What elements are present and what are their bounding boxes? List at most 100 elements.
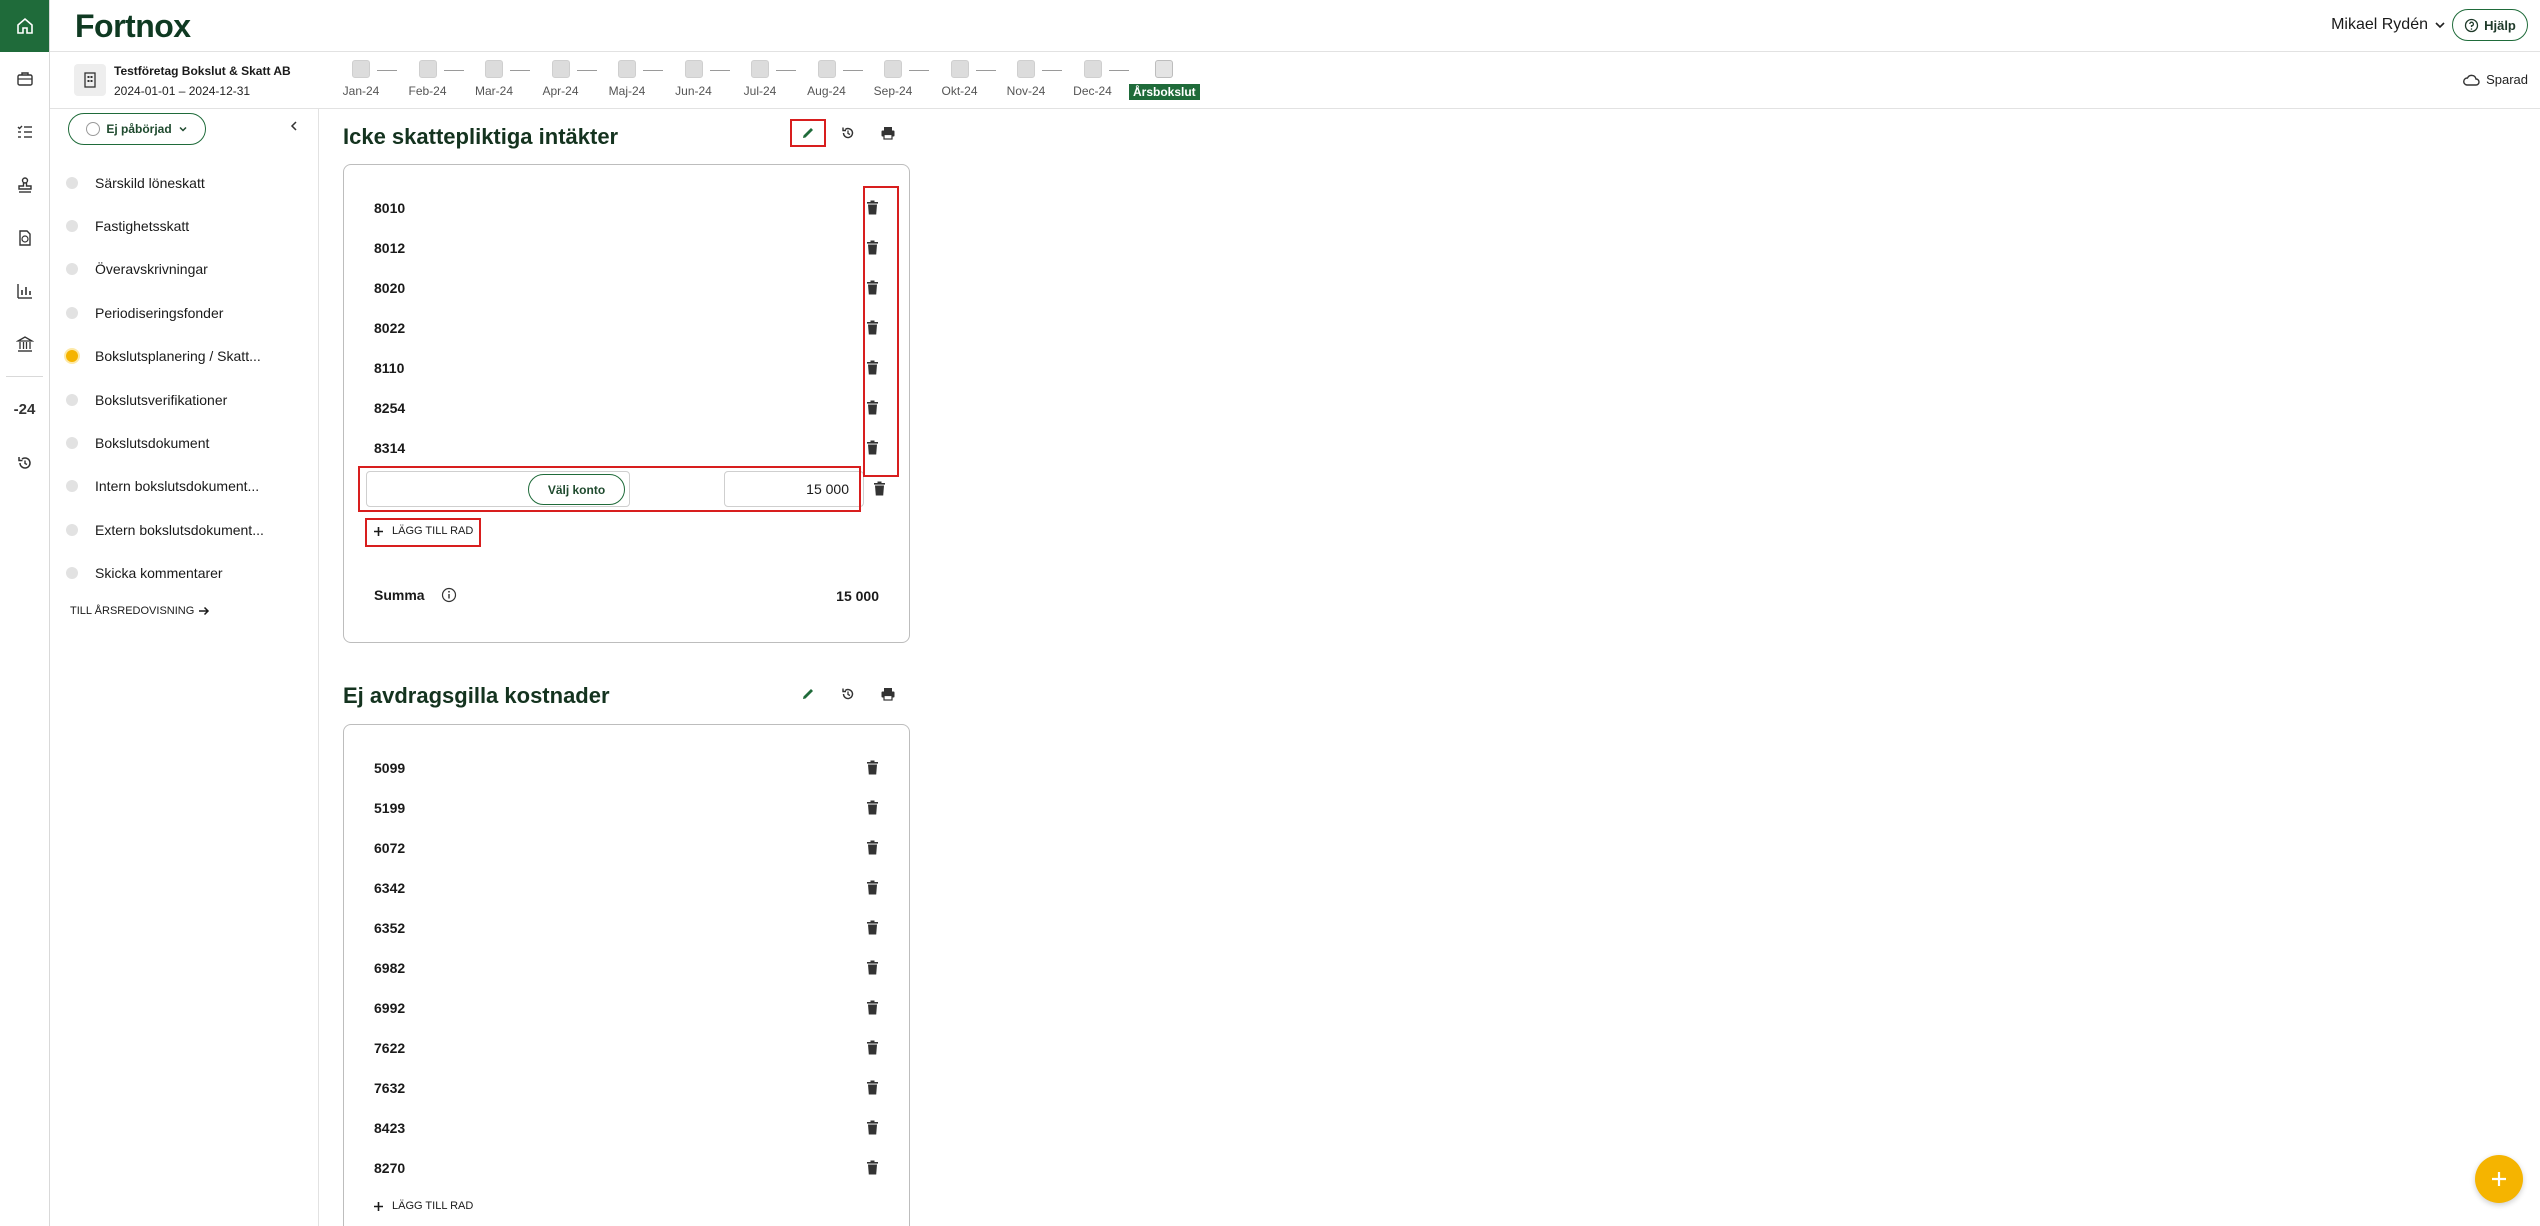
month-nov-24[interactable]: Nov-24 bbox=[1000, 60, 1052, 98]
add-row-button[interactable]: LÄGG TILL RAD bbox=[373, 1200, 473, 1212]
delete-icon[interactable] bbox=[866, 1000, 879, 1020]
bank-icon[interactable] bbox=[0, 317, 49, 370]
account-number: 7622 bbox=[374, 1040, 406, 1056]
checklist-icon[interactable] bbox=[0, 105, 49, 158]
stamp-icon[interactable] bbox=[0, 158, 49, 211]
step-bullet bbox=[66, 393, 78, 406]
sidebar-item-bokslutsverifikationer[interactable]: Bokslutsverifikationer bbox=[50, 378, 319, 421]
delete-icon[interactable] bbox=[866, 1120, 879, 1140]
month-lock-icon bbox=[817, 60, 836, 78]
step-bullet bbox=[66, 306, 78, 319]
amount-input[interactable]: 15 000 bbox=[724, 471, 864, 507]
history-icon bbox=[842, 127, 854, 139]
delete-icon[interactable] bbox=[866, 840, 879, 860]
timeline-connector bbox=[643, 70, 663, 71]
icke-skattepliktiga-card: 8010 8012 8020 8022 8110 8254 8314 Välj … bbox=[343, 164, 910, 643]
bar-chart-icon[interactable] bbox=[0, 264, 49, 317]
history-icon bbox=[842, 688, 854, 700]
history-button[interactable] bbox=[828, 117, 868, 149]
history-button[interactable] bbox=[828, 678, 868, 710]
month-arsbokslut[interactable]: Årsbokslut bbox=[1129, 60, 1200, 101]
add-row-button[interactable]: LÄGG TILL RAD bbox=[373, 525, 473, 537]
month-lock-icon bbox=[618, 60, 636, 78]
sidebar-item-bokslutsplanering[interactable]: Bokslutsplanering / Skatt... bbox=[50, 335, 319, 378]
sidebar-item-overavskrivningar[interactable]: Överavskrivningar bbox=[50, 248, 319, 291]
month-jun-24[interactable]: Jun-24 bbox=[668, 60, 720, 98]
sidebar-item-extern-bokslutsdokument[interactable]: Extern bokslutsdokument... bbox=[50, 508, 319, 551]
delete-icon[interactable] bbox=[866, 800, 879, 820]
delete-icon[interactable] bbox=[866, 1080, 879, 1100]
sidebar-item-skicka-kommentarer[interactable]: Skicka kommentarer bbox=[50, 552, 319, 595]
info-icon[interactable] bbox=[441, 587, 457, 603]
sidebar-item-bokslutsdokument[interactable]: Bokslutsdokument bbox=[50, 421, 319, 464]
delete-icon[interactable] bbox=[866, 960, 879, 980]
month-mar-24[interactable]: Mar-24 bbox=[468, 60, 520, 98]
delete-icon[interactable] bbox=[866, 920, 879, 940]
document-money-icon[interactable] bbox=[0, 211, 49, 264]
collapse-sidebar-icon[interactable] bbox=[288, 119, 300, 137]
month-okt-24[interactable]: Okt-24 bbox=[934, 60, 986, 98]
month-maj-24[interactable]: Maj-24 bbox=[601, 60, 653, 98]
add-row-label: LÄGG TILL RAD bbox=[392, 525, 474, 537]
edit-button[interactable] bbox=[788, 117, 828, 149]
month-lock-icon bbox=[751, 60, 769, 78]
print-button[interactable] bbox=[868, 678, 908, 710]
delete-icon[interactable] bbox=[866, 320, 879, 340]
choose-account-button[interactable]: Välj konto bbox=[528, 474, 625, 505]
history-icon[interactable] bbox=[0, 436, 49, 489]
month-jan-24[interactable]: Jan-24 bbox=[335, 60, 387, 98]
print-button[interactable] bbox=[868, 117, 908, 149]
step-bullet-active bbox=[66, 350, 78, 363]
sidebar-item-periodiseringsfonder[interactable]: Periodiseringsfonder bbox=[50, 291, 319, 334]
sidebar-item-intern-bokslutsdokument[interactable]: Intern bokslutsdokument... bbox=[50, 465, 319, 508]
month-dec-24[interactable]: Dec-24 bbox=[1067, 60, 1119, 98]
timeline-connector bbox=[1042, 70, 1062, 71]
printer-icon bbox=[881, 688, 895, 701]
user-menu[interactable]: Mikael Rydén bbox=[2331, 16, 2446, 34]
edit-button[interactable] bbox=[788, 678, 828, 710]
timeline-connector bbox=[377, 70, 397, 71]
delete-icon[interactable] bbox=[866, 240, 879, 260]
delete-icon[interactable] bbox=[866, 1040, 879, 1060]
delete-icon[interactable] bbox=[873, 481, 886, 501]
fortnox-logo[interactable]: Fortnox bbox=[75, 8, 191, 45]
process-steps: Särskild löneskatt Fastighetsskatt Övera… bbox=[50, 161, 319, 595]
month-aug-24[interactable]: Aug-24 bbox=[801, 60, 853, 98]
to-arsredovisning-link[interactable]: TILL ÅRSREDOVISNING bbox=[70, 605, 210, 617]
step-bullet bbox=[66, 437, 78, 450]
status-dropdown[interactable]: Ej påbörjad bbox=[68, 113, 206, 145]
plus-icon bbox=[2492, 1172, 2506, 1186]
delete-icon[interactable] bbox=[866, 440, 879, 460]
account-row: 8254 bbox=[374, 388, 895, 428]
sum-label: Summa bbox=[374, 587, 425, 603]
delete-icon[interactable] bbox=[866, 760, 879, 780]
account-number: 8022 bbox=[374, 320, 406, 336]
help-button[interactable]: Hjälp bbox=[2452, 9, 2528, 41]
delete-icon[interactable] bbox=[866, 400, 879, 420]
delete-icon[interactable] bbox=[866, 280, 879, 300]
chevron-down-icon bbox=[179, 126, 187, 132]
month-sep-24[interactable]: Sep-24 bbox=[867, 60, 919, 98]
account-row: 8022 bbox=[374, 308, 895, 348]
month-jul-24[interactable]: Jul-24 bbox=[734, 60, 786, 98]
delete-icon[interactable] bbox=[866, 880, 879, 900]
account-number: 8012 bbox=[374, 240, 406, 256]
month-apr-24[interactable]: Apr-24 bbox=[535, 60, 587, 98]
delete-icon[interactable] bbox=[866, 200, 879, 220]
month-feb-24[interactable]: Feb-24 bbox=[402, 60, 454, 98]
timeline-connector bbox=[842, 70, 863, 71]
delete-icon[interactable] bbox=[866, 1160, 879, 1180]
home-icon[interactable] bbox=[0, 0, 49, 52]
timeline-connector bbox=[576, 70, 597, 71]
sidebar-item-fastighetsskatt[interactable]: Fastighetsskatt bbox=[50, 204, 319, 247]
building-icon[interactable] bbox=[74, 64, 106, 96]
timeline-connector bbox=[975, 70, 996, 71]
year-selector[interactable]: -24 bbox=[0, 383, 49, 436]
briefcase-icon[interactable] bbox=[0, 52, 49, 105]
delete-icon[interactable] bbox=[866, 360, 879, 380]
sidebar-item-sarskild-loneskatt[interactable]: Särskild löneskatt bbox=[50, 161, 319, 204]
account-row: 7632 bbox=[374, 1068, 895, 1108]
month-lock-icon bbox=[1083, 60, 1102, 78]
add-fab-button[interactable] bbox=[2475, 1155, 2523, 1203]
month-lock-icon bbox=[684, 60, 703, 78]
